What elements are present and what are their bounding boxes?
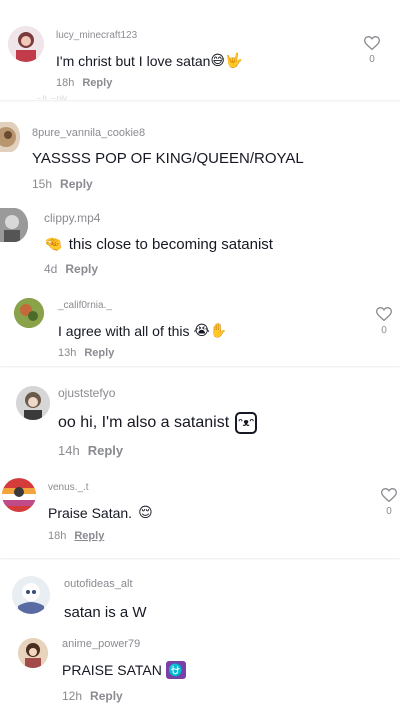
like-count: 0 xyxy=(386,506,392,517)
comment-username[interactable]: clippy.mp4 xyxy=(44,211,100,225)
comment-text: PRAISE SATAN ⛎ xyxy=(62,661,186,679)
comment-time: 12h xyxy=(62,689,83,703)
emoji-sticker-icon: ᵔᴥᵔ xyxy=(235,412,258,434)
comment-text: YASSSS POP OF KING/QUEEN/ROYAL xyxy=(32,150,304,167)
comment-item: lucy_minecraft123 I'm christ but I love … xyxy=(0,0,400,100)
comment-text-content: I agree with all of this xyxy=(58,322,190,339)
comment-time: 15h xyxy=(32,177,53,191)
heart-icon xyxy=(376,307,392,321)
reply-button[interactable]: Reply xyxy=(60,177,93,191)
comment-username[interactable]: venus._.t xyxy=(48,482,89,493)
comment-item: outofideas_alt satan is a W xyxy=(0,566,400,632)
reply-button[interactable]: Reply xyxy=(90,689,123,703)
avatar-image xyxy=(18,638,48,668)
comment-meta: 18h Reply xyxy=(48,530,104,542)
comment-meta: 18h Reply xyxy=(56,77,112,89)
comment-username[interactable]: lucy_minecraft123 xyxy=(56,30,137,41)
like-count: 0 xyxy=(381,325,387,336)
comment-emoji: ⛎ xyxy=(165,661,186,679)
comment-time: 18h xyxy=(48,530,67,542)
comment-meta: 13h Reply xyxy=(58,347,114,359)
comment-item: venus._.t Praise Satan. 😌 18h Reply 0 xyxy=(0,472,400,558)
comment-text: 🤏 this close to becoming satanist xyxy=(44,235,273,254)
like-button[interactable]: 0 xyxy=(362,36,382,65)
comment-text: oo hi, I'm also a satanist ᵔᴥᵔ xyxy=(58,412,258,434)
avatar-image xyxy=(0,208,28,242)
comment-item: ojuststefyo oo hi, I'm also a satanist ᵔ… xyxy=(0,376,400,462)
comment-text-content: Praise Satan. xyxy=(48,504,133,521)
comment-emoji: 😭✋ xyxy=(193,322,228,338)
comment-username[interactable]: ojuststefyo xyxy=(58,386,115,400)
comment-text: satan is a W xyxy=(64,604,147,621)
comment-username[interactable]: outofideas_alt xyxy=(64,578,133,590)
comment-text-content: oo hi, I'm also a satanist xyxy=(58,414,230,431)
avatar-image xyxy=(0,122,20,152)
comment-time: 18h xyxy=(56,77,75,89)
comment-text-content: PRAISE SATAN xyxy=(62,662,162,678)
comment-text-content: YASSSS POP OF KING/QUEEN/ROYAL xyxy=(32,150,304,167)
comment-meta: 14h Reply xyxy=(58,443,123,458)
like-button[interactable]: 0 xyxy=(374,307,394,336)
comment-text-content: I'm christ but I love satan xyxy=(56,52,211,69)
comment-text: Praise Satan. 😌 xyxy=(48,504,153,521)
comment-time: 13h xyxy=(58,347,77,359)
comment-item: _calif0rnia._ I agree with all of this 😭✋… xyxy=(0,288,400,366)
reply-button[interactable]: Reply xyxy=(82,77,112,89)
comment-emoji: 🤏 xyxy=(44,236,63,253)
comment-meta: 12h Reply xyxy=(62,689,123,703)
avatar-image xyxy=(16,386,50,420)
comment-emoji: 😌 xyxy=(138,504,153,520)
comment-text: I'm christ but I love satan 😅🤟 xyxy=(56,52,242,69)
comment-text-content: satan is a W xyxy=(64,604,147,621)
comment-item: clippy.mp4 🤏 this close to becoming satan… xyxy=(0,200,400,284)
avatar[interactable] xyxy=(0,122,20,152)
avatar-image xyxy=(8,26,44,62)
reply-button[interactable]: Reply xyxy=(65,262,98,276)
heart-icon xyxy=(381,488,397,502)
avatar[interactable] xyxy=(18,638,48,668)
avatar[interactable] xyxy=(12,576,50,614)
comment-text-content: this close to becoming satanist xyxy=(68,235,273,253)
reply-button[interactable]: Reply xyxy=(84,347,114,359)
comment-meta: 15h Reply xyxy=(32,177,93,191)
comment-text: I agree with all of this 😭✋ xyxy=(58,322,227,339)
comment-emoji: 😅🤟 xyxy=(210,52,243,68)
comment-username[interactable]: 8pure_vannila_cookie8 xyxy=(32,127,145,139)
avatar-image xyxy=(12,576,50,614)
avatar[interactable] xyxy=(2,478,36,512)
heart-icon xyxy=(364,36,380,50)
avatar[interactable] xyxy=(0,208,28,242)
comment-item: 8pure_vannila_cookie8 YASSSS POP OF KING… xyxy=(0,116,400,196)
ghost-text: ⁻ʰ ⁻ᵖˡʸ xyxy=(36,93,67,100)
avatar-image xyxy=(14,298,44,328)
avatar-image xyxy=(2,478,36,512)
comment-username[interactable]: _calif0rnia._ xyxy=(58,300,112,311)
comment-time: 4d xyxy=(44,262,58,276)
like-button[interactable]: 0 xyxy=(379,488,399,517)
avatar[interactable] xyxy=(16,386,50,420)
comment-time: 14h xyxy=(58,443,80,458)
comment-username[interactable]: anime_power79 xyxy=(62,638,140,650)
comment-meta: 4d Reply xyxy=(44,262,98,276)
like-count: 0 xyxy=(369,54,375,65)
avatar[interactable] xyxy=(14,298,44,328)
comment-item: anime_power79 PRAISE SATAN ⛎ 12h Reply xyxy=(0,628,400,711)
reply-button[interactable]: Reply xyxy=(74,530,104,542)
avatar[interactable] xyxy=(8,26,44,62)
reply-button[interactable]: Reply xyxy=(88,443,123,458)
